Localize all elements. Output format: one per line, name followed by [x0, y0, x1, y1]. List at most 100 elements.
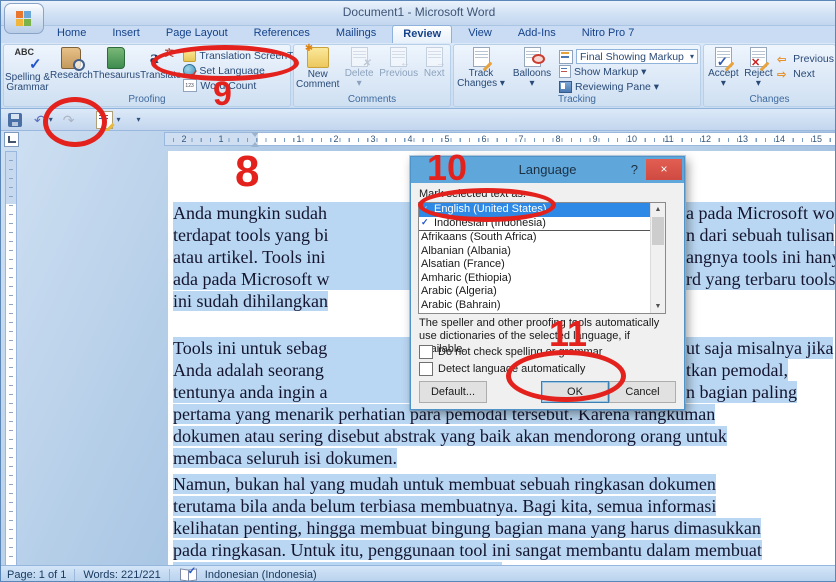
ruler-number: 1 [218, 134, 224, 144]
next-change-icon [777, 68, 790, 80]
language-option[interactable]: Arabic (Algeria) [419, 285, 665, 299]
reviewing-pane-icon [559, 80, 572, 93]
office-button[interactable] [4, 3, 44, 34]
page-indicator[interactable]: Page: 1 of 1 [7, 569, 66, 581]
spelling-grammar-button[interactable]: ABC ✓ Spelling & Grammar [5, 46, 50, 95]
next-comment-button[interactable]: → Next [419, 46, 449, 95]
default-button[interactable]: Default... [419, 381, 487, 403]
set-language-button[interactable]: Set Language [181, 63, 309, 80]
next-button[interactable]: Next [775, 66, 834, 81]
horizontal-ruler[interactable]: 2 1 1 2 3 4 5 6 7 8 9 10 11 12 13 14 15 [164, 132, 835, 147]
dialog-close-button[interactable]: × [646, 159, 682, 180]
status-separator [168, 568, 170, 581]
ruler-number: 4 [407, 134, 413, 144]
save-icon[interactable] [8, 112, 22, 127]
document-line: ini sudah dihilangkan [173, 291, 328, 311]
show-markup-button[interactable]: Show Markup ▾ [557, 64, 698, 79]
accept-button[interactable]: Accept▾ [705, 46, 742, 95]
language-option[interactable]: English (United States) [419, 203, 665, 217]
ok-button[interactable]: OK [541, 381, 609, 403]
tab-home[interactable]: Home [47, 25, 96, 43]
ruler-number: 2 [181, 134, 187, 144]
tab-page-layout[interactable]: Page Layout [156, 25, 238, 43]
undo-dropdown-icon[interactable]: ▾ [49, 115, 53, 124]
translate-button[interactable]: a文 Translate [140, 46, 181, 95]
language-indicator[interactable]: Indonesian (Indonesia) [205, 569, 317, 581]
tab-insert[interactable]: Insert [102, 25, 150, 43]
ruler-ticks [165, 138, 835, 142]
language-option[interactable]: Amharic (Ethiopia) [419, 272, 665, 286]
translate-icon: a文 [149, 47, 174, 67]
dialog-title: Language [518, 162, 577, 177]
delete-comment-button[interactable]: ✕ Delete ▾ [340, 46, 378, 95]
ruler-number: 5 [444, 134, 450, 144]
tracking-group-label: Tracking [558, 94, 596, 105]
word-count-indicator[interactable]: Words: 221/221 [83, 569, 160, 581]
tab-nitro-pro-7[interactable]: Nitro Pro 7 [572, 25, 645, 43]
tab-add-ins[interactable]: Add-Ins [508, 25, 566, 43]
new-comment-icon [305, 43, 329, 68]
track-changes-button[interactable]: Track Changes ▾ [455, 46, 507, 95]
previous-comment-button[interactable]: ← Previous [378, 46, 419, 95]
proofing-status-icon[interactable] [180, 566, 197, 581]
display-for-review-combo[interactable]: Final Showing Markup ▾ [576, 49, 698, 64]
cancel-button[interactable]: Cancel [609, 381, 676, 403]
chevron-down-icon: ▾ [689, 52, 694, 61]
redo-icon[interactable]: ↷ [63, 113, 75, 127]
language-option[interactable]: Afrikaans (South Africa) [419, 231, 665, 245]
language-listbox[interactable]: English (United States)Indonesian (Indon… [418, 202, 666, 314]
status-separator [74, 568, 76, 581]
language-option[interactable]: Albanian (Albania) [419, 245, 665, 259]
qat-proofing-icon[interactable] [96, 110, 114, 129]
undo-icon[interactable]: ↶ [34, 113, 46, 127]
thesaurus-button[interactable]: Thesaurus [93, 46, 140, 95]
ruler-number: 12 [700, 134, 712, 144]
document-line: Anda adalah seorang tkan pemodal, [173, 359, 788, 381]
document-line: Anda mungkin sudah a pada Microsoft word [173, 202, 835, 224]
list-scrollbar[interactable]: ▲ ▼ [650, 203, 665, 313]
previous-button[interactable]: Previous [775, 51, 834, 66]
detect-language-label: Detect language automatically [438, 363, 586, 375]
qat-proofing-dropdown-icon[interactable]: ▾ [116, 115, 120, 124]
no-proofing-label: Do not check spelling or grammar [438, 346, 603, 358]
scroll-up-icon[interactable]: ▲ [651, 203, 665, 216]
qat-more-icon[interactable]: ▾ [137, 115, 141, 124]
tab-review[interactable]: Review [392, 25, 453, 43]
tab-mailings[interactable]: Mailings [326, 25, 386, 43]
indent-marker[interactable] [251, 132, 260, 147]
research-button[interactable]: Research [50, 46, 93, 95]
ruler-number: 1 [296, 134, 302, 144]
tab-references[interactable]: References [244, 25, 320, 43]
status-bar: Page: 1 of 1 Words: 221/221 Indonesian (… [1, 565, 835, 581]
vertical-ruler-ticks [9, 152, 13, 566]
proofing-group: ABC ✓ Spelling & Grammar Research Thesauru… [3, 44, 310, 107]
no-proofing-checkbox-row[interactable]: Do not check spelling or grammar [419, 345, 602, 359]
dialog-title-bar[interactable]: Language ? × [411, 157, 684, 183]
dialog-help-button[interactable]: ? [631, 162, 638, 177]
word-count-icon [183, 79, 198, 92]
translation-screentip-button[interactable]: Translation ScreenTip ▾ [181, 48, 310, 63]
new-comment-button[interactable]: NewComment [295, 43, 340, 95]
document-line: Tools ini untuk sebag ut saja misalnya ji… [173, 337, 834, 359]
language-option[interactable]: Alsatian (France) [419, 258, 665, 272]
scroll-down-icon[interactable]: ▼ [651, 300, 665, 313]
document-line: terdapat tools yang bi n dari sebuah tuli… [173, 224, 835, 246]
balloons-button[interactable]: Balloons ▾ [507, 46, 557, 95]
scroll-thumb[interactable] [652, 217, 664, 245]
checkbox-icon[interactable] [419, 362, 433, 376]
tab-view[interactable]: View [458, 25, 502, 43]
document-line: tentunya anda ingin an bagian paling [173, 381, 797, 403]
tab-bar: Home Insert Page Layout References Mailings R… [47, 25, 644, 43]
language-option[interactable]: Arabic (Bahrain) [419, 299, 665, 313]
proofing-group-label: Proofing [128, 94, 166, 105]
checkbox-icon[interactable] [419, 345, 433, 359]
ruler-number: 3 [370, 134, 376, 144]
language-option[interactable]: Indonesian (Indonesia) [419, 216, 665, 231]
reviewing-pane-button[interactable]: Reviewing Pane ▾ [557, 79, 698, 94]
word-count-button[interactable]: Word Count [181, 78, 309, 93]
detect-language-checkbox-row[interactable]: Detect language automatically [419, 362, 585, 376]
tab-stop-selector[interactable] [4, 132, 19, 147]
spellcheck-mini-icon [421, 216, 431, 230]
vertical-ruler[interactable] [5, 151, 17, 567]
reject-button[interactable]: Reject▾ [742, 46, 775, 95]
